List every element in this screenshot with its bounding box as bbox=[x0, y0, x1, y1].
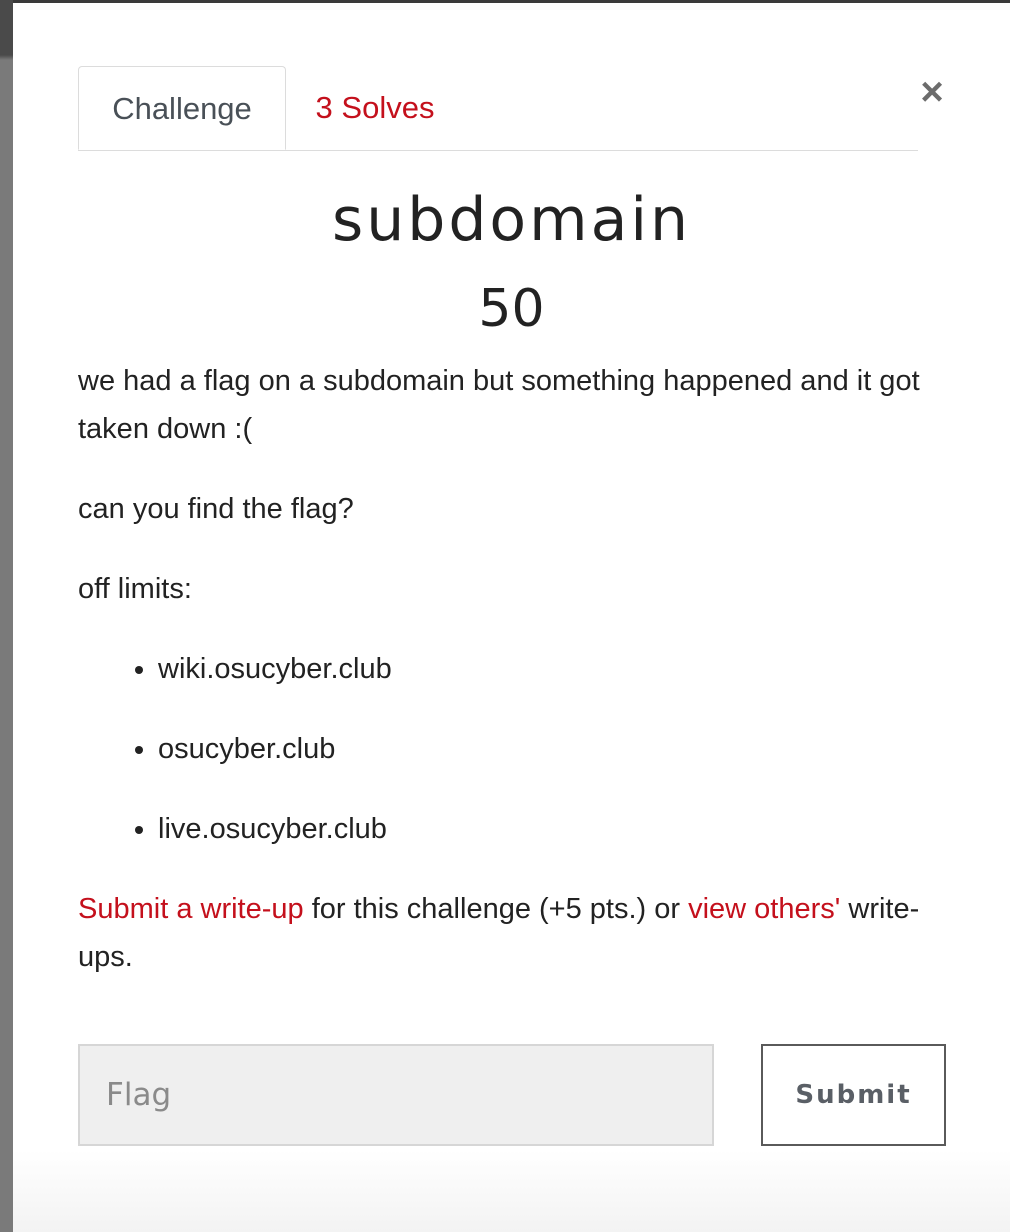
description-paragraph: can you find the flag? bbox=[78, 493, 354, 525]
off-limits-list: wiki.osucyber.club osucyber.club live.os… bbox=[78, 645, 938, 853]
writeup-note-text: for this challenge (+5 pts.) or bbox=[303, 893, 689, 925]
flag-input[interactable] bbox=[78, 1044, 714, 1146]
list-item: live.osucyber.club bbox=[158, 805, 938, 853]
tab-solves[interactable]: 3 Solves bbox=[290, 66, 460, 149]
writeup-note: Submit a write-up for this challenge (+5… bbox=[78, 885, 938, 981]
close-icon[interactable]: × bbox=[913, 70, 951, 114]
description-paragraph: off limits: bbox=[78, 573, 192, 605]
submit-writeup-link[interactable]: Submit a write-up bbox=[78, 893, 304, 925]
list-item: osucyber.club bbox=[158, 725, 938, 773]
modal-bottom-fade bbox=[13, 1150, 1010, 1232]
challenge-description: we had a flag on a subdomain but somethi… bbox=[78, 357, 938, 1013]
view-writeups-link[interactable]: view others' bbox=[688, 893, 840, 925]
challenge-title: subdomain bbox=[331, 185, 692, 255]
tab-bar: Challenge 3 Solves bbox=[78, 66, 918, 151]
tab-challenge[interactable]: Challenge bbox=[78, 66, 286, 150]
challenge-points: 50 bbox=[478, 279, 545, 339]
list-item: wiki.osucyber.club bbox=[158, 645, 938, 693]
backdrop-left bbox=[0, 0, 13, 1232]
description-paragraph: we had a flag on a subdomain but somethi… bbox=[78, 365, 920, 445]
submit-button[interactable]: Submit bbox=[761, 1044, 946, 1146]
